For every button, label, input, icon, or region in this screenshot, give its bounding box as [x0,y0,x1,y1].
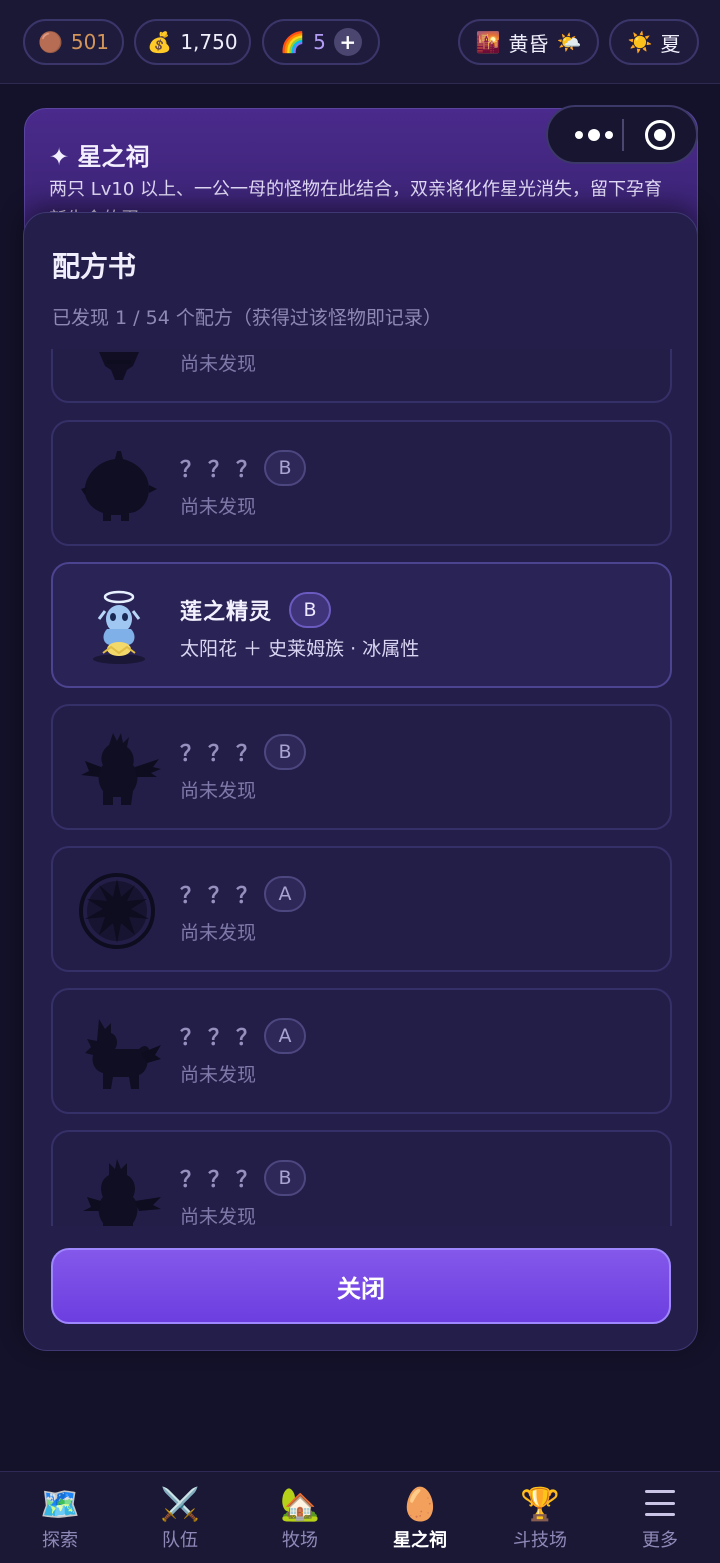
close-button[interactable]: 关闭 [51,1248,671,1324]
close-miniprogram-icon[interactable] [645,120,675,150]
recipe-card[interactable]: ？？？ B 尚未发现 [51,1130,672,1226]
recipe-name: ？？？ [180,742,265,767]
time-of-day-label: 黄昏 [508,31,549,56]
sun-icon: ☀️ [627,30,653,54]
nav-team[interactable]: ⚔️ 队伍 [120,1472,240,1563]
trophy-icon: 🏆 [520,1485,560,1523]
nav-label: 队伍 [162,1530,198,1551]
recipe-card[interactable]: ？？？ B 尚未发现 [51,704,672,830]
house-icon: 🏡 [280,1485,320,1523]
bronze-coin-value: 501 [70,30,110,54]
recipe-status: 尚未发现 [180,922,257,944]
nav-label: 探索 [42,1530,78,1551]
season-badge[interactable]: ☀️ 夏 [609,19,699,65]
recipe-list[interactable]: 尚未发现 ？？？ B 尚未发现 莲之精灵 B 太阳花 ＋ 史莱姆族 · 冰属性 … [51,349,672,1226]
recipe-card[interactable]: 尚未发现 [51,349,672,403]
nav-star-shrine[interactable]: 🥚 星之祠 [360,1472,480,1563]
recipe-book-modal: 配方书 已发现 1 / 54 个配方（获得过该怪物即记录） 尚未发现 ？？？ B… [23,212,698,1351]
recipe-status: 尚未发现 [180,1206,257,1226]
undiscovered-monster-silhouette-icon [85,1019,161,1089]
grade-badge: B [264,450,306,486]
undiscovered-monster-silhouette-icon [81,733,161,805]
more-dots-icon[interactable] [566,107,622,162]
money-bag-icon: 💰 [147,30,173,54]
recipe-status: 尚未发现 [180,353,257,375]
rainbow-value: 5 [313,30,326,54]
add-rainbow-button[interactable]: + [333,28,362,56]
miniprogram-capsule [546,105,698,164]
discovery-progress: 已发现 1 / 54 个配方（获得过该怪物即记录） [52,307,442,329]
sunset-icon: 🌇 [475,30,501,54]
grade-badge: B [264,1160,306,1196]
modal-title: 配方书 [52,250,137,283]
recipe-name: ？？？ [180,884,265,909]
bronze-coin-icon: 🟤 [37,30,63,54]
season-label: 夏 [660,31,681,56]
recipe-name: ？？？ [180,1026,265,1051]
hamburger-menu-icon [645,1490,675,1516]
rainbow-counter[interactable]: 🌈 5 + [262,19,380,65]
nav-ranch[interactable]: 🏡 牧场 [240,1472,360,1563]
grade-badge: B [289,592,331,628]
lotus-spirit-icon [93,590,145,664]
nav-explore[interactable]: 🗺️ 探索 [0,1472,120,1563]
recipe-card-lotus-spirit[interactable]: 莲之精灵 B 太阳花 ＋ 史莱姆族 · 冰属性 [51,562,672,688]
recipe-formula: 太阳花 ＋ 史莱姆族 · 冰属性 [180,638,420,660]
nav-arena[interactable]: 🏆 斗技场 [480,1472,600,1563]
recipe-name: ？？？ [180,458,265,483]
gold-value: 1,750 [180,30,238,54]
undiscovered-monster-silhouette-icon [99,352,139,380]
grade-badge: A [264,876,306,912]
bronze-coin-counter[interactable]: 🟤 501 [23,19,124,65]
recipe-status: 尚未发现 [180,1064,257,1086]
recipe-status: 尚未发现 [180,780,257,802]
nav-label: 斗技场 [513,1530,567,1551]
recipe-card[interactable]: ？？？ A 尚未发现 [51,846,672,972]
nav-label: 牧场 [282,1530,318,1551]
grade-badge: A [264,1018,306,1054]
nav-label: 星之祠 [393,1530,447,1551]
gold-counter[interactable]: 💰 1,750 [134,19,251,65]
undiscovered-monster-silhouette-icon [79,873,155,949]
undiscovered-monster-silhouette-icon [81,451,157,521]
bottom-navigation: 🗺️ 探索 ⚔️ 队伍 🏡 牧场 🥚 星之祠 🏆 斗技场 更多 [0,1471,720,1563]
crossed-swords-icon: ⚔️ [160,1485,200,1523]
recipe-status: 尚未发现 [180,496,257,518]
capsule-divider [622,119,624,151]
recipe-card[interactable]: ？？？ A 尚未发现 [51,988,672,1114]
weather-icon: 🌤️ [556,30,582,54]
map-icon: 🗺️ [40,1485,80,1523]
grade-badge: B [264,734,306,770]
shrine-title: ✦ 星之祠 [49,143,150,171]
rainbow-icon: 🌈 [280,30,306,54]
egg-icon: 🥚 [400,1485,440,1523]
recipe-name: ？？？ [180,1168,265,1193]
undiscovered-monster-silhouette-icon [83,1159,161,1226]
nav-more[interactable]: 更多 [600,1472,720,1563]
nav-label: 更多 [642,1530,678,1551]
top-resource-bar: 🟤 501 💰 1,750 🌈 5 + 🌇 黄昏 🌤️ ☀️ 夏 [0,0,720,84]
recipe-card[interactable]: ？？？ B 尚未发现 [51,420,672,546]
recipe-name: 莲之精灵 [180,600,273,625]
time-of-day-badge[interactable]: 🌇 黄昏 🌤️ [458,19,599,65]
